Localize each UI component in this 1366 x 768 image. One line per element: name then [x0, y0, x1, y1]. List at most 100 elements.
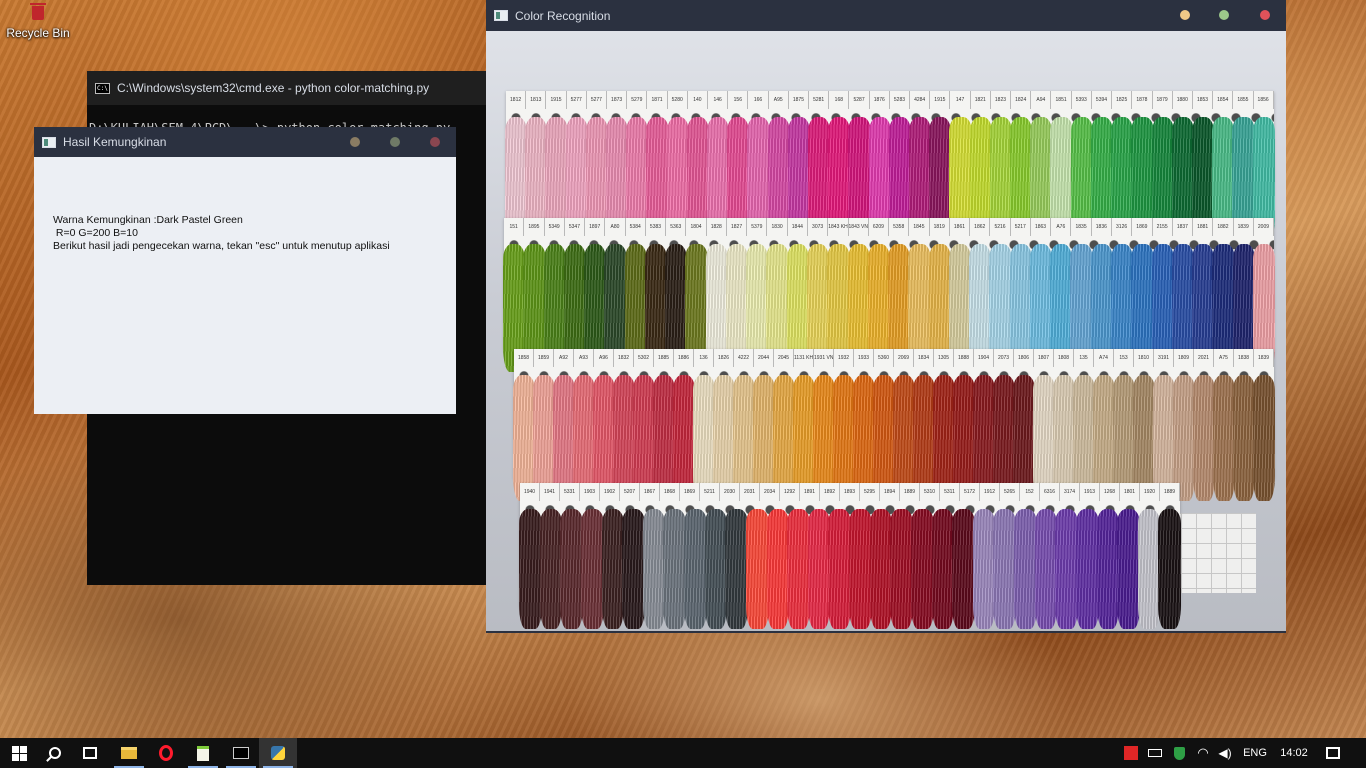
yarn-code-label: 1828: [707, 218, 727, 236]
notepad-button[interactable]: [184, 738, 222, 768]
yarn-code-label: 1869: [1132, 218, 1153, 236]
yarn-code-label: 5360: [874, 349, 894, 367]
yarn-code-label: 6316: [1040, 483, 1060, 501]
yarn-code-label: 1838: [1234, 349, 1254, 367]
yarn-code-label: 1879: [1153, 91, 1173, 109]
recycle-bin-icon: [30, 3, 46, 20]
clock-time: 14:02: [1280, 747, 1308, 759]
defender-tray-button[interactable]: [1168, 738, 1190, 768]
maximize-button[interactable]: [390, 137, 400, 147]
hasil-content: Warna Kemungkinan :Dark Pastel Green R=0…: [34, 157, 456, 253]
yarn-code-label: 1305: [934, 349, 954, 367]
yarn-tassel: [993, 509, 1016, 629]
cmd-titlebar[interactable]: C:\ C:\Windows\system32\cmd.exe - python…: [87, 71, 486, 105]
yarn-code-label: 5281: [809, 91, 830, 109]
action-center-button[interactable]: [1318, 738, 1348, 768]
yarn-code-label: 1876: [870, 91, 890, 109]
yarn-code-label: 2155: [1153, 218, 1173, 236]
yarn-code-label: 1837: [1173, 218, 1194, 236]
yarn-code-label: 151: [504, 218, 525, 236]
yarn-tassel: [849, 509, 872, 629]
yarn-sample-image[interactable]: 1812 1813 1915 5277 5277 1873 5279 1871 5280 140 1…: [486, 31, 1286, 631]
yarn-code-label: 1801: [1120, 483, 1140, 501]
yarn-tassel: [1014, 509, 1037, 629]
opera-button[interactable]: [147, 738, 185, 768]
yarn-code-label: 1863: [1031, 218, 1052, 236]
battery-tray-button[interactable]: [1144, 738, 1166, 768]
start-button[interactable]: [0, 738, 38, 768]
close-button[interactable]: [430, 137, 440, 147]
yarn-code-label: 5280: [668, 91, 688, 109]
yarn-code-label: 1843 KH: [828, 218, 849, 236]
yarn-code-label: 1894: [880, 483, 900, 501]
yarn-code-label: 1873: [607, 91, 628, 109]
yarn-code-label: 1903: [580, 483, 600, 501]
yarn-code-label: 1823: [991, 91, 1012, 109]
recycle-bin-shortcut[interactable]: Recycle Bin: [4, 3, 72, 40]
yarn-code-label: 153: [1114, 349, 1134, 367]
yarn-code-label: 1895: [524, 218, 545, 236]
task-view-icon: [83, 747, 97, 759]
folder-icon: [121, 747, 137, 759]
cmd-taskbar-button[interactable]: [222, 738, 260, 768]
yarn-code-label: 1834: [914, 349, 934, 367]
yarn-code-label: 146: [708, 91, 729, 109]
search-icon: [46, 747, 61, 762]
yarn-code-label: 5311: [940, 483, 960, 501]
clock[interactable]: 14:02: [1274, 738, 1314, 768]
yarn-tassel: [1117, 509, 1140, 629]
task-view-button[interactable]: [71, 738, 109, 768]
yarn-code-label: A93: [574, 349, 594, 367]
hasil-window[interactable]: Hasil Kemungkinan Warna Kemungkinan :Dar…: [34, 127, 456, 414]
yarn-code-label: 3174: [1060, 483, 1080, 501]
instruction-text: Berikut hasil jadi pengecekan warna, tek…: [53, 240, 390, 252]
yarn-code-label: 5295: [860, 483, 880, 501]
yarn-code-label: 5283: [890, 91, 911, 109]
color-recognition-window[interactable]: Color Recognition 1812 1813 1915 5277 5277 18…: [486, 0, 1286, 633]
amd-radeon-tray-button[interactable]: [1120, 738, 1142, 768]
yarn-code-label: 1853: [1193, 91, 1214, 109]
yarn-code-label: 1832: [614, 349, 634, 367]
yarn-code-label: 1845: [909, 218, 930, 236]
yarn-code-label: 5287: [849, 91, 870, 109]
window-app-icon: [42, 136, 56, 148]
python-taskbar-button[interactable]: [259, 738, 297, 768]
yarn-tassel: [910, 509, 934, 629]
yarn-code-label: 1804: [686, 218, 707, 236]
yarn-code-label: A80: [605, 218, 626, 236]
language-indicator[interactable]: ENG: [1238, 738, 1272, 768]
minimize-button[interactable]: [350, 137, 360, 147]
yarn-code-label: 5217: [1011, 218, 1031, 236]
maximize-button[interactable]: [1219, 10, 1229, 20]
yarn-code-label: A92: [554, 349, 574, 367]
hasil-titlebar[interactable]: Hasil Kemungkinan: [34, 127, 456, 157]
python-icon: [271, 746, 285, 760]
cmd-title: C:\Windows\system32\cmd.exe - python col…: [117, 81, 430, 95]
yarn-code-label: 5310: [920, 483, 940, 501]
yarn-code-label: 1931 VNL: [814, 349, 834, 367]
file-explorer-button[interactable]: [110, 738, 148, 768]
yarn-code-label: 1913: [1080, 483, 1100, 501]
yarn-code-label: 1889: [900, 483, 920, 501]
yarn-tassel: [931, 509, 955, 629]
amd-icon: [1124, 746, 1138, 760]
volume-tray-button[interactable]: ◀): [1214, 738, 1236, 768]
close-button[interactable]: [1260, 10, 1270, 20]
yarn-tassel: [560, 509, 583, 629]
yarn-code-label: 1827: [727, 218, 748, 236]
minimize-button[interactable]: [1180, 10, 1190, 20]
yarn-code-label: 1856: [1254, 91, 1274, 109]
opera-icon: [159, 745, 173, 761]
yarn-code-label: 2044: [754, 349, 774, 367]
yarn-code-label: 5302: [634, 349, 654, 367]
yarn-tassel: [1137, 509, 1161, 629]
yarn-tassel: [704, 509, 728, 629]
yarn-code-label: 1881: [1193, 218, 1214, 236]
search-button[interactable]: [36, 738, 74, 768]
yarn-code-label: 1839: [1254, 349, 1274, 367]
yarn-code-label: 1268: [1100, 483, 1120, 501]
color-titlebar[interactable]: Color Recognition: [486, 0, 1286, 31]
taskbar: ◠ ◀) ENG 14:02: [0, 738, 1366, 768]
wifi-tray-button[interactable]: ◠: [1192, 738, 1214, 768]
yarn-code-label: 1897: [585, 218, 606, 236]
